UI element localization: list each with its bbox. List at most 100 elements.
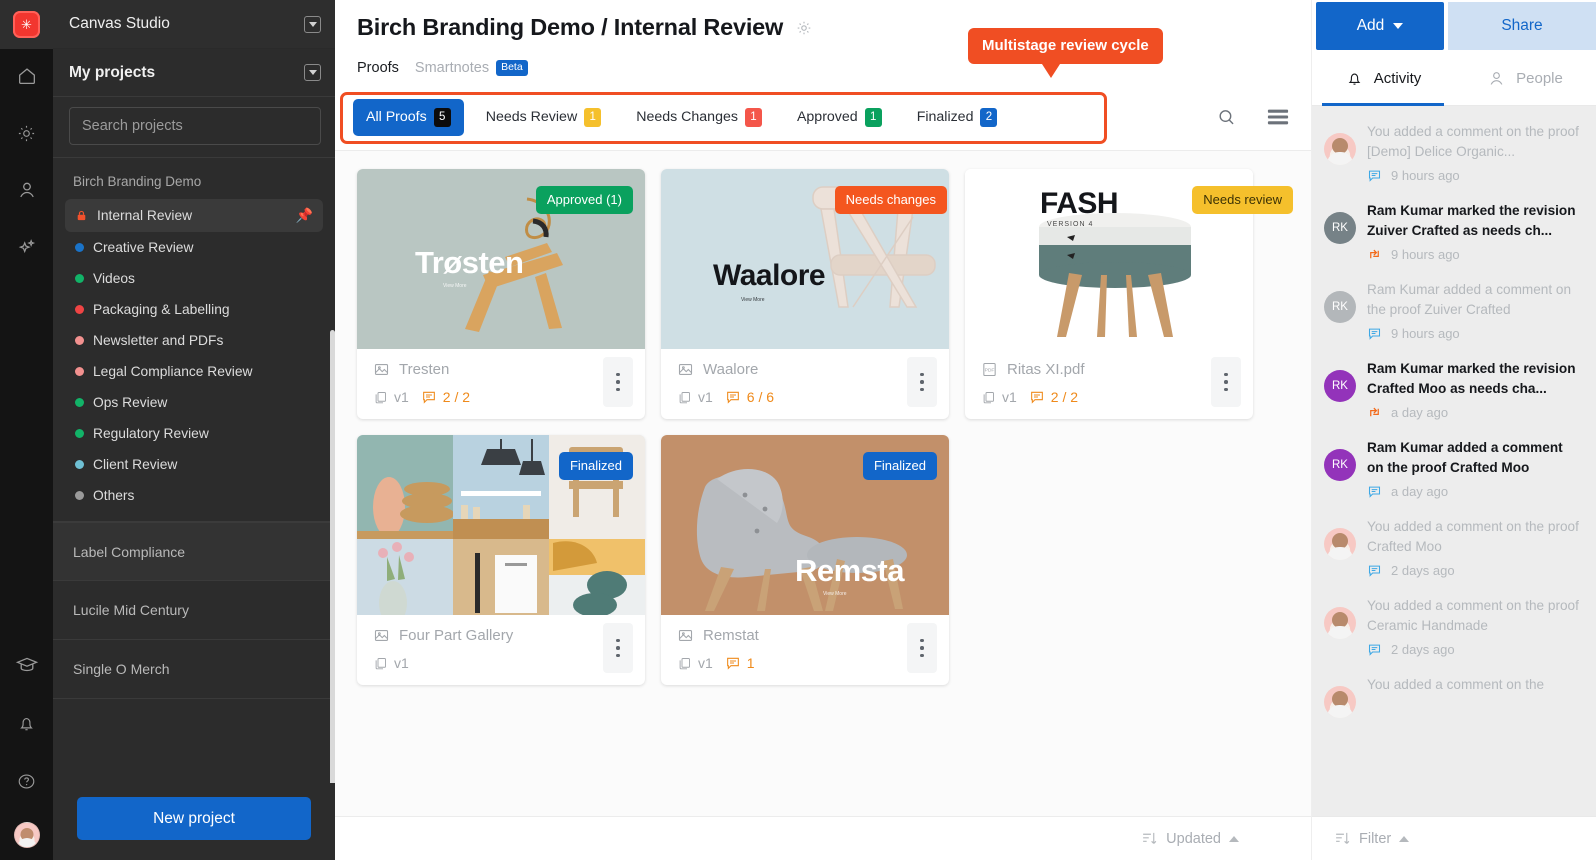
proofs-grid: Trøsten View More Approved (1) Tresten v1 2 /… [357,169,1311,685]
app-logo[interactable]: ✳ [0,0,53,49]
project-row[interactable]: Lucile Mid Century [53,581,335,640]
home-icon[interactable] [10,59,44,93]
new-project-button[interactable]: New project [77,797,311,840]
proof-more-options-icon[interactable] [907,623,937,673]
add-button[interactable]: Add [1316,1,1444,50]
copy-icon [375,391,386,403]
tab-label: Proofs [357,60,399,76]
project-settings-gear-icon[interactable] [795,19,813,37]
activity-item[interactable]: RK Ram Kumar marked the revision Crafted … [1312,351,1596,430]
person-icon[interactable] [10,173,44,207]
image-icon [678,630,693,641]
main-content: Birch Branding Demo / Internal Review Pr… [335,0,1311,860]
pin-icon[interactable]: 📌 [296,207,313,224]
proof-more-options-icon[interactable] [907,357,937,407]
project-row[interactable]: Single O Merch [53,640,335,699]
activity-text: Ram Kumar marked the revision Zuiver Cra… [1367,203,1576,238]
filter-bar: All Proofs 5 Needs Review 1 Needs Changes 1 Ap… [335,84,1311,150]
image-icon [678,364,693,375]
status-badge: Needs review [1192,186,1293,214]
activity-item[interactable]: You added a comment on the proof Crafted… [1312,509,1596,588]
chip-label: Approved [796,109,858,125]
activity-item[interactable]: You added a comment on the proof Ceramic… [1312,588,1596,667]
filter-chip-needs-changes[interactable]: Needs Changes 1 [623,99,775,136]
proof-card[interactable]: Finalized Four Part Gallery v1 [357,435,645,685]
sidebar-item-packaging-labelling[interactable]: Packaging & Labelling [65,294,323,325]
sidebar-item-others[interactable]: Others [65,480,323,511]
avatar: RK [1324,370,1356,402]
sidebar-item-creative-review[interactable]: Creative Review [65,232,323,263]
right-panel-tabs: Activity People [1312,51,1596,106]
proof-more-options-icon[interactable] [603,357,633,407]
filter-chip-approved[interactable]: Approved 1 [784,99,895,136]
proof-more-options-icon[interactable] [1211,357,1241,407]
activity-meta: 2 days ago [1367,642,1582,657]
proof-name: Four Part Gallery [399,627,514,644]
proof-more-options-icon[interactable] [603,623,633,673]
sidebar-item-internal-review[interactable]: Internal Review 📌 [65,199,323,232]
section-tabs: Proofs Smartnotes Beta [357,60,1311,84]
search-icon[interactable] [1216,107,1237,128]
activity-filter-bar: Filter [1312,816,1596,860]
proof-name-row: Remstat [677,627,935,644]
activity-item[interactable]: RK Ram Kumar added a comment on the proof… [1312,272,1596,351]
status-change-icon [1370,249,1379,259]
filter-label[interactable]: Filter [1359,831,1391,847]
gear-icon[interactable] [10,116,44,150]
proof-card[interactable]: Waalore View More Needs changes Waalore v1 6 … [661,169,949,419]
chevron-down-icon [1393,22,1404,29]
bell-icon[interactable] [10,706,44,740]
activity-item[interactable]: RK Ram Kumar marked the revision Zuiver C… [1312,193,1596,272]
sort-icon[interactable] [1141,830,1158,847]
sort-chevron-up-icon[interactable] [1229,835,1239,842]
workspace-name: Canvas Studio [69,15,170,32]
avatar: RK [1324,291,1356,323]
filter-chip-finalized[interactable]: Finalized 2 [904,99,1011,136]
graduation-cap-icon[interactable] [10,648,44,682]
proof-card[interactable]: FASH VERSION 4 Needs review PDF Ritas XI.pdf… [965,169,1293,419]
svg-text:PDF: PDF [985,368,995,374]
my-projects-label: My projects [69,63,156,81]
sidebar-item-client-review[interactable]: Client Review [65,449,323,480]
right-tab-activity[interactable]: Activity [1312,51,1454,106]
comment-count-text: 2 / 2 [1050,389,1079,405]
activity-text: Ram Kumar marked the revision Crafted Mo… [1367,361,1576,396]
user-avatar[interactable] [13,822,40,848]
proof-card[interactable]: Remsta View More Finalized Remstat v1 1 [661,435,949,685]
activity-time: 9 hours ago [1391,168,1460,183]
sidebar-item-label: Packaging & Labelling [93,302,230,317]
sidebar-item-videos[interactable]: Videos [65,263,323,294]
my-projects-header: My projects [53,49,335,97]
right-tab-people[interactable]: People [1454,51,1596,105]
project-row[interactable]: Label Compliance [53,522,335,581]
activity-item[interactable]: You added a comment on the proof [Demo] … [1312,114,1596,193]
filter-chip-needs-review[interactable]: Needs Review 1 [473,99,614,136]
activity-item[interactable]: You added a comment on the [1312,667,1596,728]
color-dot [75,367,84,376]
activity-item[interactable]: RK Ram Kumar added a comment on the proof… [1312,430,1596,509]
thumb-wordmark: Waalore [713,259,826,292]
filter-sort-icon[interactable] [1334,830,1351,847]
filter-chevron-up-icon[interactable] [1399,835,1410,842]
workspace-chevron-down-icon[interactable] [304,15,321,33]
thumb-view-more: View More [741,297,765,303]
proof-card[interactable]: Trøsten View More Approved (1) Tresten v1 2 /… [357,169,645,419]
filter-chip-all-proofs[interactable]: All Proofs 5 [353,98,464,136]
thumb-wordmark: FASH [1040,187,1119,220]
sidebar-item-ops-review[interactable]: Ops Review [65,387,323,418]
share-button[interactable]: Share [1448,1,1596,50]
sort-label[interactable]: Updated [1166,831,1221,847]
sparkle-icon[interactable] [10,230,44,264]
sidebar-item-regulatory-review[interactable]: Regulatory Review [65,418,323,449]
sidebar-item-newsletter-and-pdfs[interactable]: Newsletter and PDFs [65,325,323,356]
tab-proofs[interactable]: Proofs [357,60,399,84]
help-icon[interactable] [10,764,44,798]
tab-smartnotes[interactable]: Smartnotes Beta [415,60,528,84]
my-projects-chevron-down-icon[interactable] [304,64,321,81]
list-view-icon[interactable] [1267,108,1289,126]
sidebar-item-label: Client Review [93,457,178,472]
activity-meta: 9 hours ago [1367,247,1582,262]
avatar [1324,133,1356,165]
search-projects-input[interactable] [69,107,321,145]
sidebar-item-legal-compliance-review[interactable]: Legal Compliance Review [65,356,323,387]
